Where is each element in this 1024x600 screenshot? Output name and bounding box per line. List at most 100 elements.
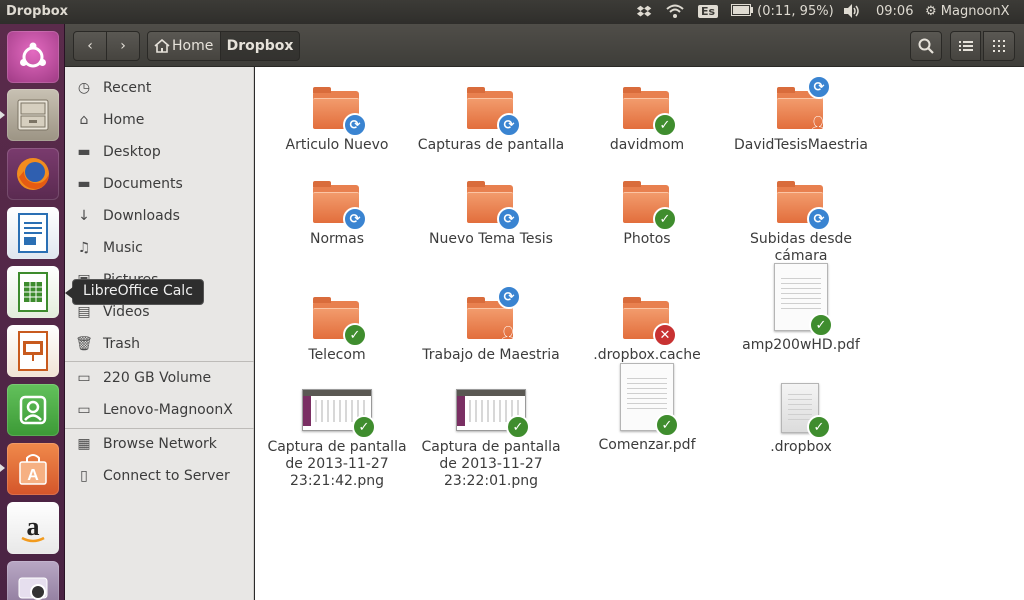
folder-icon: ⟳: [465, 175, 521, 231]
music-note-icon: ♫: [77, 240, 91, 256]
launcher-tooltip: LibreOffice Calc: [65, 279, 204, 305]
folder-item[interactable]: ✓ davidmom: [572, 81, 722, 154]
sidebar-item-label: 220 GB Volume: [103, 370, 212, 386]
folder-icon: ⟳: [311, 175, 367, 231]
folder-item[interactable]: ⟳ Capturas de pantalla: [416, 81, 566, 154]
folder-item[interactable]: ⟳ Articulo Nuevo: [262, 81, 412, 154]
software-center-launcher-button[interactable]: A: [7, 443, 59, 495]
sidebar-item-recent[interactable]: ◷ Recent: [65, 74, 254, 102]
sidebar-separator: [65, 361, 254, 362]
person-icon: [19, 395, 47, 425]
pdf-document-icon: ✓: [619, 363, 679, 437]
libreoffice-calc-launcher-button[interactable]: [7, 266, 59, 318]
user-name: MagnoonX: [940, 4, 1010, 19]
folder-item[interactable]: ⟳ Nuevo Tema Tesis: [416, 175, 566, 248]
chat-launcher-button[interactable]: [7, 384, 59, 436]
file-name: Articulo Nuevo: [285, 137, 389, 153]
libreoffice-impress-launcher-button[interactable]: [7, 325, 59, 377]
sidebar-item-label: Desktop: [103, 144, 161, 160]
forward-button[interactable]: ›: [106, 31, 140, 61]
drive-icon: ▭: [77, 402, 91, 418]
network-icon: ▦: [77, 436, 91, 452]
folder-item[interactable]: ✓ Telecom: [262, 291, 412, 364]
folder-item[interactable]: 👤︎ ⟳ Trabajo de Maestria: [416, 285, 566, 364]
sidebar-item-label: Recent: [103, 80, 152, 96]
sidebar-item-home[interactable]: ⌂ Home: [65, 106, 254, 134]
folder-item[interactable]: ⟳ Subidas desde cámara: [726, 175, 876, 265]
impress-presentation-icon: [18, 331, 48, 371]
sidebar-item-label: Home: [103, 112, 145, 128]
folder-icon: ✕: [621, 291, 677, 347]
amazon-icon: a: [21, 512, 45, 543]
dash-home-button[interactable]: [7, 31, 59, 83]
folder-icon: ⟳: [311, 81, 367, 137]
image-thumbnail-icon: ✓: [302, 389, 376, 439]
files-launcher-button[interactable]: [7, 89, 59, 141]
folder-icon: ⟳: [775, 175, 831, 231]
breadcrumb-home[interactable]: Home: [147, 31, 221, 61]
film-icon: ▤: [77, 304, 91, 320]
svg-text:a: a: [27, 512, 40, 541]
checkmark-icon: ✓: [343, 323, 367, 347]
folder-icon: 👤︎ ⟳: [465, 285, 521, 343]
sidebar-item-downloads[interactable]: ↓ Downloads: [65, 202, 254, 230]
sidebar-item-desktop[interactable]: ▬ Desktop: [65, 138, 254, 166]
sidebar-item-volume[interactable]: ▭ 220 GB Volume: [65, 364, 254, 392]
file-cabinet-icon: [17, 99, 49, 131]
ubuntu-logo-icon: [20, 42, 46, 68]
sidebar-item-documents[interactable]: ▬ Documents: [65, 170, 254, 198]
firefox-icon: [17, 158, 49, 190]
sidebar-item-computer[interactable]: ▭ Lenovo-MagnoonX: [65, 396, 254, 424]
keyboard-language-indicator[interactable]: Es: [698, 3, 719, 21]
session-menu[interactable]: ⚙ MagnoonX: [925, 3, 1010, 21]
file-item[interactable]: ✓ Comenzar.pdf: [572, 363, 722, 454]
back-button[interactable]: ‹: [73, 31, 107, 61]
folder-item[interactable]: 👤︎ ⟳ DavidTesisMaestria: [726, 75, 876, 154]
window-toolbar: ‹ › Home Dropbox: [65, 24, 1024, 67]
folder-icon: 👤︎ ⟳: [775, 75, 831, 133]
calc-spreadsheet-icon: [18, 272, 48, 312]
volume-icon[interactable]: [843, 3, 861, 21]
app-title: Dropbox: [6, 4, 69, 19]
sidebar-item-browse-network[interactable]: ▦ Browse Network: [65, 430, 254, 458]
firefox-launcher-button[interactable]: [7, 148, 59, 200]
drive-icon: ▭: [77, 370, 91, 386]
file-item[interactable]: ✓ Captura de pantalla de 2013-11-27 23:2…: [416, 389, 566, 490]
file-item[interactable]: ✓ .dropbox: [726, 383, 876, 456]
file-item[interactable]: ✓ Captura de pantalla de 2013-11-27 23:2…: [262, 389, 412, 490]
sidebar-item-trash[interactable]: 🗑︎ Trash: [65, 330, 254, 358]
search-button[interactable]: [910, 31, 942, 61]
sidebar-item-label: Documents: [103, 176, 183, 192]
wifi-icon[interactable]: [666, 3, 684, 21]
dropbox-tray-icon[interactable]: [636, 3, 652, 21]
file-name: Comenzar.pdf: [598, 437, 696, 453]
folder-icon: ✓: [621, 175, 677, 231]
libreoffice-writer-launcher-button[interactable]: [7, 207, 59, 259]
shotwell-launcher-button[interactable]: [7, 561, 59, 600]
sync-icon: ⟳: [497, 113, 521, 137]
battery-indicator[interactable]: (0:11, 95%): [731, 3, 834, 21]
sidebar-item-music[interactable]: ♫ Music: [65, 234, 254, 262]
amazon-launcher-button[interactable]: a: [7, 502, 59, 554]
shared-person-icon: 👤︎: [809, 116, 827, 132]
folder-item[interactable]: ⟳ Normas: [262, 175, 412, 248]
grid-view-button[interactable]: [983, 31, 1015, 61]
sidebar-item-connect-server[interactable]: ▯ Connect to Server: [65, 462, 254, 490]
breadcrumb-current[interactable]: Dropbox: [220, 31, 300, 61]
battery-text: (0:11, 95%): [757, 4, 834, 19]
folder-item[interactable]: ✓ Photos: [572, 175, 722, 248]
clock-icon: ◷: [77, 80, 91, 96]
shared-person-icon: 👤︎: [499, 326, 517, 342]
pdf-document-icon: ✓: [773, 263, 833, 337]
file-name: Subidas desde cámara: [749, 231, 853, 264]
file-name: Normas: [309, 231, 365, 247]
clock[interactable]: 09:06: [876, 3, 913, 21]
file-name: Nuevo Tema Tesis: [429, 231, 553, 247]
top-panel: Dropbox Es (0:11, 95%) 09:06 ⚙ MagnoonX: [0, 0, 1024, 24]
shopping-bag-icon: A: [19, 454, 47, 485]
server-icon: ▯: [80, 468, 88, 484]
folder-item[interactable]: ✕ .dropbox.cache: [572, 291, 722, 364]
list-view-button[interactable]: [950, 31, 981, 61]
file-item[interactable]: ✓ amp200wHD.pdf: [726, 263, 876, 354]
download-arrow-icon: ↓: [78, 208, 90, 224]
